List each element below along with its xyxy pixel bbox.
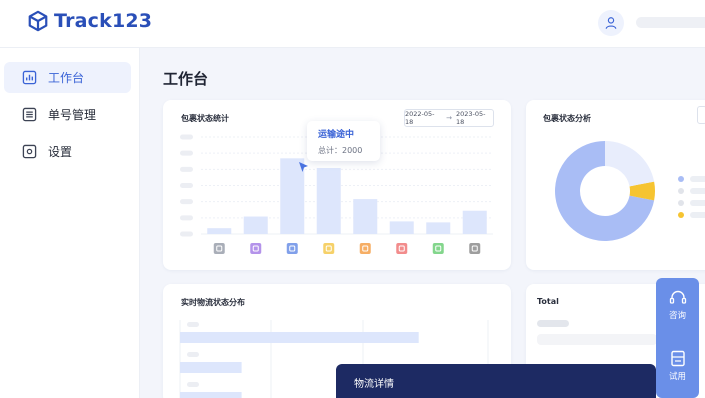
legend-label-placeholder	[690, 176, 705, 182]
legend-dot	[678, 200, 684, 206]
legend-label-placeholder	[690, 212, 705, 218]
cube-logo-icon	[28, 10, 48, 32]
category-icon	[250, 243, 262, 254]
chart-bar	[180, 392, 242, 398]
card-title: Total	[537, 297, 559, 306]
status-analysis-card: 包裹状态分析	[526, 100, 705, 270]
chart-bar	[316, 168, 341, 234]
category-icon	[432, 243, 444, 254]
legend-dot	[678, 212, 684, 218]
y-tick-placeholder	[180, 166, 193, 172]
sidebar-item-tracking[interactable]: 单号管理	[4, 99, 131, 130]
chart-bar	[207, 228, 232, 234]
sidebar-item-label: 工作台	[48, 71, 85, 85]
legend-dot	[678, 176, 684, 182]
gear-icon	[22, 144, 38, 160]
y-tick-placeholder	[187, 352, 199, 357]
logo-text: Track123	[54, 10, 153, 32]
sidebar-item-label: 单号管理	[48, 108, 97, 122]
floating-action-panel: 咨询 试用	[656, 278, 699, 398]
consult-button[interactable]: 咨询	[656, 290, 699, 321]
legend-label-placeholder	[690, 200, 705, 206]
category-icon	[323, 243, 335, 254]
list-icon	[22, 107, 38, 123]
document-icon	[670, 350, 685, 367]
y-tick-placeholder	[187, 382, 199, 387]
consult-label: 咨询	[668, 311, 686, 321]
user-avatar-button[interactable]	[598, 10, 624, 36]
y-tick-placeholder	[187, 322, 199, 327]
y-tick-placeholder	[180, 134, 193, 140]
page-title: 工作台	[163, 70, 209, 88]
chart-bar	[180, 332, 419, 343]
y-tick-placeholder	[180, 150, 193, 156]
sidebar-item-label: 设置	[48, 145, 73, 159]
dashboard-icon	[22, 70, 38, 86]
category-icon	[213, 243, 225, 254]
chart-bar	[180, 362, 242, 373]
mouse-cursor-icon	[299, 162, 308, 172]
pie-slice	[605, 141, 655, 187]
legend-label-placeholder	[690, 188, 705, 194]
category-icon	[359, 243, 371, 254]
tooltip-value: 总计：2000	[318, 146, 363, 155]
y-tick-placeholder	[180, 215, 193, 221]
chart-bar	[353, 199, 378, 234]
category-icon	[286, 243, 298, 254]
sidebar-item-dashboard[interactable]: 工作台	[4, 62, 131, 93]
chart-bar	[243, 216, 268, 234]
trial-label: 试用	[668, 372, 686, 382]
user-icon	[605, 17, 617, 29]
y-tick-placeholder	[180, 231, 193, 237]
skeleton-line	[537, 320, 569, 327]
sidebar: 工作台 单号管理 设置	[0, 48, 140, 398]
trial-button[interactable]: 试用	[656, 350, 699, 382]
status-pie-chart	[555, 141, 705, 241]
tooltip-title: 运输途中	[318, 130, 355, 140]
panel-title: 物流详情	[354, 379, 394, 390]
app-header: Track123	[0, 0, 705, 48]
skeleton-bar	[537, 334, 657, 345]
card-menu-button[interactable]	[697, 106, 705, 124]
logistics-detail-panel[interactable]: 物流详情	[336, 364, 656, 398]
headset-icon	[669, 290, 686, 304]
user-name-placeholder	[636, 17, 705, 28]
sidebar-item-settings[interactable]: 设置	[4, 136, 131, 167]
chart-bar	[389, 221, 414, 234]
chart-bar	[426, 222, 451, 234]
chart-tooltip: 运输途中 总计：2000	[307, 121, 380, 161]
y-tick-placeholder	[180, 199, 193, 205]
y-tick-placeholder	[180, 183, 193, 188]
category-icon	[396, 243, 408, 254]
legend-dot	[678, 188, 684, 194]
category-icon	[469, 243, 481, 254]
logo[interactable]: Track123	[27, 10, 152, 32]
chart-bar	[462, 210, 487, 234]
